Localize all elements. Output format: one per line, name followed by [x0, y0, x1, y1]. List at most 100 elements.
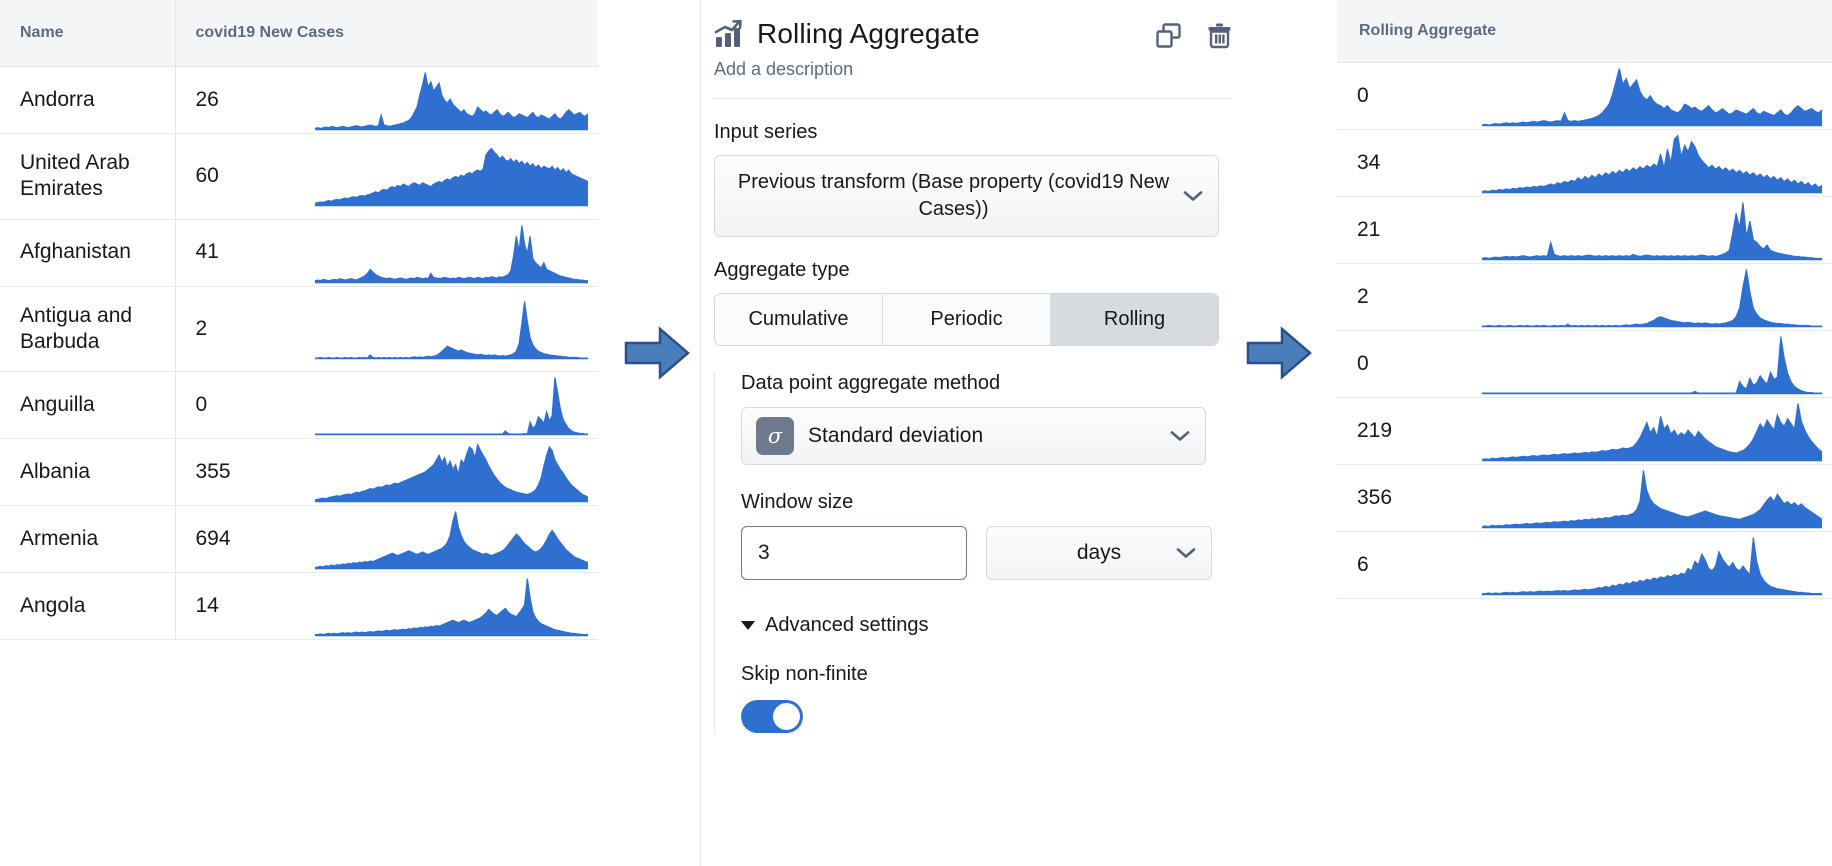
- table-row[interactable]: 21: [1337, 196, 1832, 264]
- chart-trending-up-icon: [714, 19, 742, 47]
- cell-sparkline: [1472, 263, 1832, 331]
- column-header-covid19-new-cases[interactable]: covid19 New Cases: [175, 0, 598, 67]
- cell-value: 26: [175, 66, 305, 134]
- cell-sparkline: [305, 505, 598, 573]
- tab-cumulative[interactable]: Cumulative: [715, 294, 883, 345]
- sparkline-chart: [1482, 532, 1822, 598]
- sparkline-chart: [315, 67, 588, 133]
- cell-value: 6: [1337, 531, 1472, 599]
- sparkline-chart: [315, 506, 588, 572]
- switch-knob: [773, 703, 800, 730]
- cell-name: Afghanistan: [0, 219, 176, 287]
- cell-value: 0: [1337, 62, 1472, 130]
- aggregate-type-tabs: Cumulative Periodic Rolling: [714, 293, 1219, 346]
- table-row[interactable]: Andorra 26: [0, 66, 598, 134]
- column-header-name[interactable]: Name: [0, 0, 176, 67]
- cell-name: United Arab Emirates: [0, 133, 176, 220]
- transform-config-panel: Rolling Aggregate Add a description Inpu…: [700, 0, 1245, 866]
- cell-value: 2: [175, 286, 305, 372]
- cell-sparkline: [1472, 62, 1832, 130]
- sparkline-chart: [1482, 331, 1822, 397]
- caret-down-icon: [741, 621, 755, 630]
- sparkline-chart: [1482, 130, 1822, 196]
- table-row[interactable]: 356: [1337, 464, 1832, 532]
- result-sparkline-3: [1482, 202, 1822, 261]
- description-placeholder[interactable]: Add a description: [714, 59, 1245, 80]
- cell-value: 0: [175, 371, 305, 439]
- sparkline-chart: [1482, 197, 1822, 263]
- flow-arrow-1-icon: [624, 326, 690, 380]
- table-row[interactable]: Anguilla 0: [0, 371, 598, 439]
- table-row[interactable]: 34: [1337, 129, 1832, 197]
- uae-sparkline: [315, 147, 588, 207]
- table-row[interactable]: Antigua and Barbuda 2: [0, 286, 598, 372]
- cell-sparkline: [305, 133, 598, 220]
- advanced-settings-toggle[interactable]: Advanced settings: [741, 614, 1245, 637]
- tab-periodic[interactable]: Periodic: [883, 294, 1051, 345]
- cell-sparkline: [1472, 464, 1832, 532]
- sparkline-chart: [1482, 398, 1822, 464]
- aggregate-type-field: Aggregate type Cumulative Periodic Rolling: [700, 259, 1245, 346]
- table-row[interactable]: 2: [1337, 263, 1832, 331]
- table-row[interactable]: Albania 355: [0, 438, 598, 506]
- cell-value: 41: [175, 219, 305, 287]
- cell-value: 219: [1337, 397, 1472, 465]
- result-sparkline-4: [1482, 269, 1822, 328]
- cell-name: Albania: [0, 438, 176, 506]
- cell-value: 355: [175, 438, 305, 506]
- cell-value: 21: [1337, 196, 1472, 264]
- table-row[interactable]: 0: [1337, 62, 1832, 130]
- table-row[interactable]: 219: [1337, 397, 1832, 465]
- table-row[interactable]: Afghanistan 41: [0, 219, 598, 287]
- table-row[interactable]: United Arab Emirates 60: [0, 133, 598, 220]
- tab-rolling[interactable]: Rolling: [1051, 294, 1218, 345]
- skip-non-finite-switch[interactable]: [741, 700, 803, 733]
- aggregate-method-label: Data point aggregate method: [741, 372, 1001, 394]
- trash-icon[interactable]: [1206, 22, 1233, 49]
- result-sparkline-8: [1482, 537, 1822, 596]
- window-size-row: days: [741, 526, 1245, 580]
- window-size-unit-value: days: [1076, 541, 1122, 564]
- column-header-rolling-aggregate[interactable]: Rolling Aggregate: [1337, 0, 1832, 63]
- table-row[interactable]: 6: [1337, 531, 1832, 599]
- cell-value: 14: [175, 572, 305, 640]
- cell-sparkline: [1472, 196, 1832, 264]
- cell-sparkline: [1472, 129, 1832, 197]
- cell-value: 356: [1337, 464, 1472, 532]
- cell-sparkline: [305, 572, 598, 640]
- aggregate-method-value: Standard deviation: [808, 424, 984, 447]
- cell-sparkline: [305, 219, 598, 287]
- duplicate-icon[interactable]: [1155, 22, 1182, 49]
- cell-name: Anguilla: [0, 371, 176, 439]
- source-table-header-row: Name covid19 New Cases: [0, 0, 598, 67]
- chevron-down-icon: [1176, 548, 1196, 558]
- result-preview-table: Rolling Aggregate 0 34 21 2 0 219 356 6: [1337, 0, 1832, 599]
- cell-name: Andorra: [0, 66, 176, 134]
- cell-value: 694: [175, 505, 305, 573]
- sparkline-chart: [315, 143, 588, 209]
- source-data-table: Name covid19 New Cases Andorra 26 United A…: [0, 0, 598, 640]
- window-size-input[interactable]: [741, 526, 967, 580]
- aggregate-method-select[interactable]: σ Standard deviation: [741, 407, 1206, 465]
- rolling-options-group: Data point aggregate method σ Standard d…: [714, 372, 1245, 733]
- cell-value: 0: [1337, 330, 1472, 398]
- result-sparkline-2: [1482, 134, 1822, 194]
- cell-sparkline: [1472, 531, 1832, 599]
- input-series-field: Input series Previous transform (Base pr…: [700, 121, 1245, 237]
- afghanistan-sparkline: [315, 224, 588, 283]
- cell-sparkline: [1472, 397, 1832, 465]
- table-row[interactable]: Angola 14: [0, 572, 598, 640]
- input-series-select[interactable]: Previous transform (Base property (covid…: [714, 155, 1219, 237]
- sparkline-chart: [315, 296, 588, 362]
- cell-sparkline: [305, 66, 598, 134]
- sparkline-chart: [315, 220, 588, 286]
- sparkline-chart: [315, 372, 588, 438]
- window-size-unit-select[interactable]: days: [986, 526, 1212, 580]
- table-row[interactable]: Armenia 694: [0, 505, 598, 573]
- skip-non-finite-label: Skip non-finite: [741, 663, 868, 685]
- armenia-sparkline: [315, 511, 588, 570]
- table-row[interactable]: 0: [1337, 330, 1832, 398]
- chevron-down-icon: [1183, 191, 1203, 201]
- cell-sparkline: [305, 438, 598, 506]
- angola-sparkline: [315, 578, 588, 637]
